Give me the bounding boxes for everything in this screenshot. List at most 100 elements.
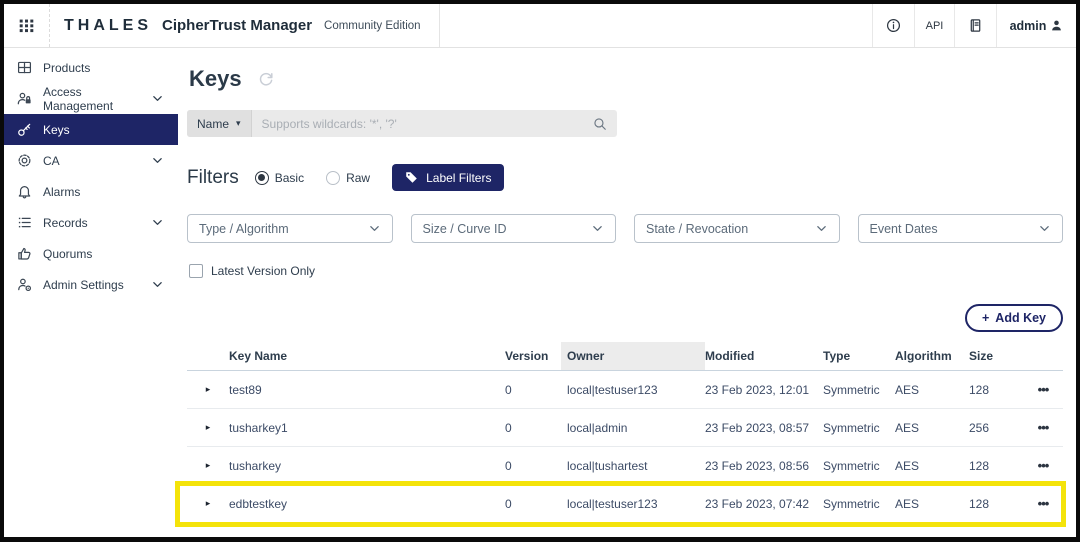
radio-selected-icon xyxy=(255,171,269,185)
top-bar: THALES CipherTrust Manager Community Edi… xyxy=(4,4,1076,48)
latest-version-only-option[interactable]: Latest Version Only xyxy=(189,264,1063,278)
search-button[interactable] xyxy=(583,117,617,131)
expand-caret-icon[interactable]: ▸ xyxy=(206,460,211,471)
filter-radio-raw[interactable]: Raw xyxy=(326,171,370,185)
page-title: Keys xyxy=(189,66,242,92)
dropdown-label: State / Revocation xyxy=(646,222,748,236)
documentation-button[interactable] xyxy=(954,4,996,47)
table-row[interactable]: ▸ tusharkey1 0 local|admin 23 Feb 2023, … xyxy=(187,409,1063,447)
cell-modified: 23 Feb 2023, 12:01 xyxy=(705,383,823,397)
sidebar-item-label: Admin Settings xyxy=(43,278,141,292)
plus-icon: + xyxy=(982,311,989,325)
sidebar-item-label: Access Management xyxy=(43,85,141,113)
api-button[interactable]: API xyxy=(914,4,954,47)
sidebar-item-products[interactable]: Products xyxy=(4,52,178,83)
cell-owner: local|testuser123 xyxy=(567,497,705,511)
sidebar-item-ca[interactable]: CA xyxy=(4,145,178,176)
key-icon xyxy=(17,122,33,137)
column-header-modified[interactable]: Modified xyxy=(705,342,823,370)
edition-label: Community Edition xyxy=(324,20,421,32)
app-window: THALES CipherTrust Manager Community Edi… xyxy=(0,0,1080,542)
search-field-selector[interactable]: Name ▾ xyxy=(187,110,252,137)
table-row[interactable]: ▸ test89 0 local|testuser123 23 Feb 2023… xyxy=(187,371,1063,409)
brand-block: THALES CipherTrust Manager Community Edi… xyxy=(50,4,440,47)
dropdown-label: Size / Curve ID xyxy=(423,222,507,236)
app-launcher-button[interactable] xyxy=(4,4,50,47)
cell-type: Symmetric xyxy=(823,497,895,511)
column-header-owner[interactable]: Owner xyxy=(561,342,705,370)
search-bar: Name ▾ xyxy=(187,110,617,137)
cell-version: 0 xyxy=(505,459,567,473)
checkbox-icon[interactable] xyxy=(189,264,203,278)
row-actions-menu-icon[interactable]: ••• xyxy=(1038,382,1049,397)
cell-algorithm: AES xyxy=(895,459,969,473)
label-filters-button[interactable]: Label Filters xyxy=(392,164,504,191)
cell-size: 128 xyxy=(969,497,1023,511)
ca-badge-icon xyxy=(17,153,33,168)
row-actions-menu-icon[interactable]: ••• xyxy=(1038,420,1049,435)
sidebar-item-keys[interactable]: Keys xyxy=(4,114,178,145)
sidebar-item-admin-settings[interactable]: Admin Settings xyxy=(4,269,178,300)
column-header-algorithm[interactable]: Algorithm xyxy=(895,342,969,370)
cell-size: 128 xyxy=(969,383,1023,397)
cell-version: 0 xyxy=(505,497,567,511)
latest-version-only-label: Latest Version Only xyxy=(211,264,315,278)
radio-raw-label: Raw xyxy=(346,171,370,185)
user-lock-icon xyxy=(17,91,33,106)
refresh-icon[interactable] xyxy=(258,71,274,87)
add-key-button[interactable]: + Add Key xyxy=(965,304,1063,332)
thales-logo: THALES xyxy=(64,17,152,35)
sidebar-item-access-management[interactable]: Access Management xyxy=(4,83,178,114)
sidebar-item-label: Quorums xyxy=(43,247,165,261)
filter-dropdowns: Type / Algorithm Size / Curve ID State /… xyxy=(187,214,1063,243)
cell-version: 0 xyxy=(505,421,567,435)
column-header-size[interactable]: Size xyxy=(969,342,1023,370)
info-button[interactable] xyxy=(872,4,914,47)
sidebar: Products Access Management Keys CA Alarm… xyxy=(4,48,178,537)
filter-dropdown-state-revocation[interactable]: State / Revocation xyxy=(634,214,840,243)
sidebar-item-label: Records xyxy=(43,216,141,230)
row-actions-menu-icon[interactable]: ••• xyxy=(1038,496,1049,511)
cell-type: Symmetric xyxy=(823,421,895,435)
chevron-down-icon xyxy=(151,154,165,167)
sidebar-item-label: Products xyxy=(43,61,165,75)
dropdown-label: Type / Algorithm xyxy=(199,222,289,236)
products-grid-icon xyxy=(17,60,33,75)
waffle-icon xyxy=(18,17,35,34)
filter-radio-basic[interactable]: Basic xyxy=(255,171,304,185)
user-menu-button[interactable]: admin xyxy=(996,4,1076,47)
table-row[interactable]: ▸ tusharkey 0 local|tushartest 23 Feb 20… xyxy=(187,447,1063,485)
filter-dropdown-event-dates[interactable]: Event Dates xyxy=(858,214,1064,243)
cell-owner: local|admin xyxy=(567,421,705,435)
expand-caret-icon[interactable]: ▸ xyxy=(206,422,211,433)
cell-owner: local|tushartest xyxy=(567,459,705,473)
chevron-down-icon xyxy=(151,278,165,291)
caret-down-icon: ▾ xyxy=(236,118,241,129)
column-header-key-name[interactable]: Key Name xyxy=(229,342,505,370)
chevron-down-icon xyxy=(591,222,604,235)
book-icon xyxy=(968,18,983,33)
column-header-type[interactable]: Type xyxy=(823,342,895,370)
keys-table: Key Name Version Owner Modified Type Alg… xyxy=(187,342,1063,523)
sidebar-item-records[interactable]: Records xyxy=(4,207,178,238)
expand-caret-icon[interactable]: ▸ xyxy=(206,498,211,509)
cell-version: 0 xyxy=(505,383,567,397)
thumbs-up-icon xyxy=(17,246,33,261)
expand-caret-icon[interactable]: ▸ xyxy=(206,384,211,395)
row-actions-menu-icon[interactable]: ••• xyxy=(1038,458,1049,473)
sidebar-item-quorums[interactable]: Quorums xyxy=(4,238,178,269)
sidebar-item-label: Keys xyxy=(43,123,165,137)
table-row[interactable]: ▸ edbtestkey 0 local|testuser123 23 Feb … xyxy=(187,485,1063,523)
sidebar-item-alarms[interactable]: Alarms xyxy=(4,176,178,207)
search-icon xyxy=(593,117,607,131)
cell-key-name: tusharkey1 xyxy=(229,421,505,435)
filter-dropdown-type-algorithm[interactable]: Type / Algorithm xyxy=(187,214,393,243)
api-label: API xyxy=(926,20,944,32)
column-header-version[interactable]: Version xyxy=(505,342,567,370)
cell-type: Symmetric xyxy=(823,383,895,397)
filters-heading: Filters xyxy=(187,167,239,189)
search-input[interactable] xyxy=(252,110,583,137)
cell-modified: 23 Feb 2023, 08:57 xyxy=(705,421,823,435)
cell-modified: 23 Feb 2023, 08:56 xyxy=(705,459,823,473)
filter-dropdown-size-curve-id[interactable]: Size / Curve ID xyxy=(411,214,617,243)
